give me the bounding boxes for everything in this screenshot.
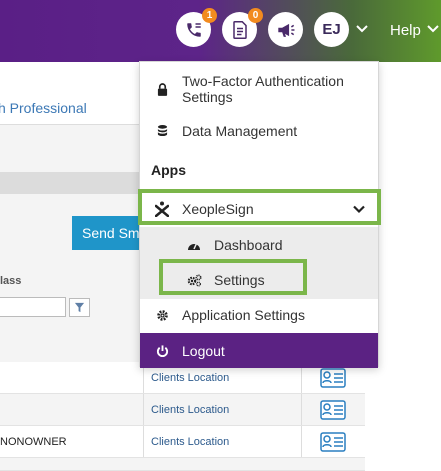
menu-item-application-settings[interactable]: Application Settings (140, 302, 378, 328)
filter-icon (74, 302, 85, 313)
menu-item-data-management[interactable]: Data Management (140, 118, 378, 144)
announcements-button[interactable] (268, 12, 303, 47)
table-row[interactable]: Clients Location (0, 394, 365, 426)
dashboard-label: Dashboard (214, 237, 283, 253)
menu-item-two-factor[interactable]: Two-Factor Authentication Settings (140, 70, 378, 108)
document-notification-badge: 0 (248, 8, 263, 23)
megaphone-icon (277, 23, 294, 37)
xeoplesign-highlight-box (138, 189, 381, 225)
help-chevron-down-icon[interactable] (427, 24, 439, 34)
help-menu[interactable]: Help (390, 22, 421, 39)
avatar-initials: EJ (322, 21, 341, 38)
settings-highlight-box (159, 259, 307, 295)
user-avatar[interactable]: EJ (314, 12, 349, 47)
apps-section-label: Apps (151, 162, 186, 178)
power-icon (156, 344, 168, 357)
contact-card-icon[interactable] (320, 400, 346, 420)
contact-card-icon[interactable] (320, 368, 346, 388)
phone-notification-badge: 1 (202, 8, 217, 23)
database-icon (157, 125, 167, 137)
table-row[interactable]: NONOWNER Clients Location (0, 426, 365, 458)
top-navigation-bar: 1 0 EJ Help (0, 0, 441, 62)
filter-button[interactable] (69, 298, 90, 317)
contact-card-icon[interactable] (320, 432, 346, 452)
dashboard-icon (188, 243, 200, 250)
row-location-link[interactable]: Clients Location (151, 436, 229, 448)
logout-button[interactable]: Logout (140, 333, 378, 368)
two-factor-label: Two-Factor Authentication Settings (182, 73, 344, 105)
page-title-fragment: h Professional (0, 100, 87, 116)
document-icon (232, 20, 247, 39)
chevron-down-icon[interactable] (356, 24, 368, 34)
application-settings-label: Application Settings (182, 307, 305, 323)
lock-icon (157, 82, 167, 96)
document-notification-button[interactable]: 0 (222, 8, 263, 47)
column-header: lass (0, 275, 22, 287)
table-row[interactable] (0, 458, 365, 471)
row-location-link[interactable]: Clients Location (151, 404, 229, 416)
phone-notification-button[interactable]: 1 (176, 8, 217, 47)
data-management-label: Data Management (182, 123, 298, 139)
row-name: NONOWNER (0, 436, 67, 448)
column-filter-input[interactable] (0, 297, 66, 317)
gear-icon (156, 309, 168, 321)
logout-label: Logout (182, 342, 225, 359)
phone-icon (186, 22, 201, 37)
row-location-link[interactable]: Clients Location (151, 372, 229, 384)
submenu-item-dashboard[interactable]: Dashboard (140, 230, 378, 260)
